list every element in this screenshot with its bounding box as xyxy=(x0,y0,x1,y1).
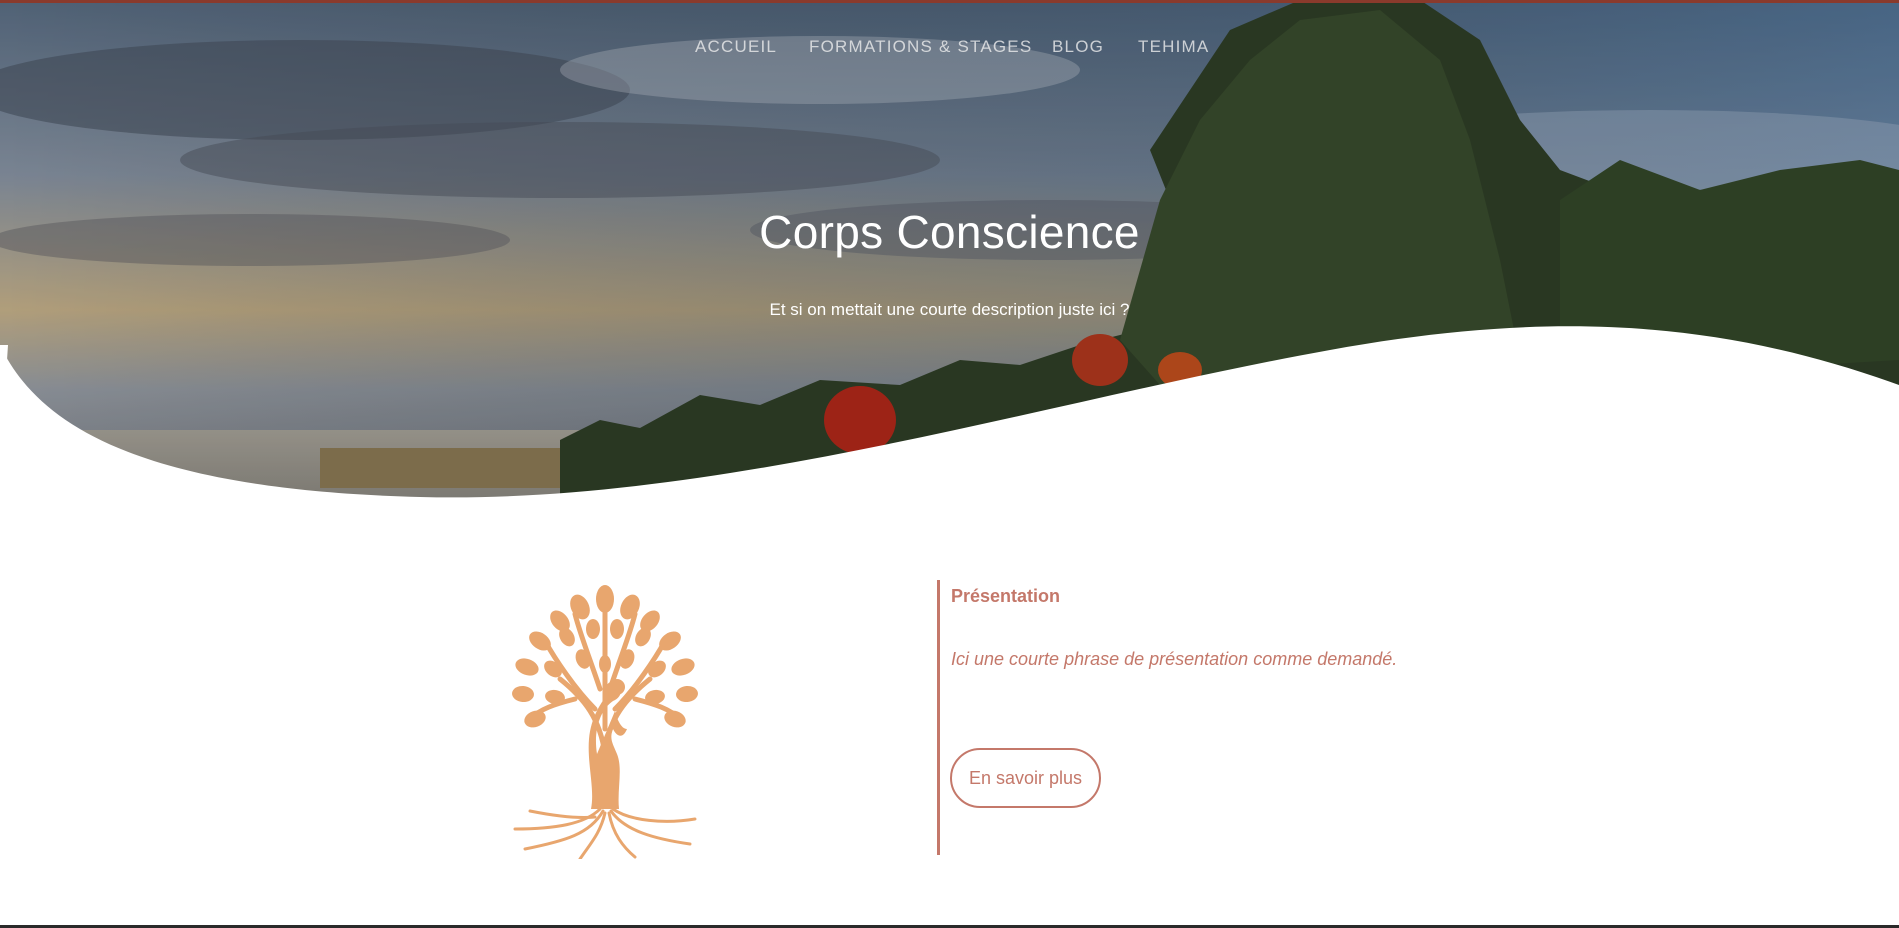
presentation-section: Présentation Ici une courte phrase de pr… xyxy=(0,560,1899,880)
presentation-text: Ici une courte phrase de présentation co… xyxy=(951,649,1398,669)
vertical-divider xyxy=(937,580,940,855)
top-accent-bar xyxy=(0,0,1899,3)
hero-title: Corps Conscience xyxy=(759,206,1140,258)
hero-section: ACCUEIL FORMATIONS & STAGES BLOG TEHIMA … xyxy=(0,0,1899,500)
tree-of-life-woman-icon xyxy=(512,585,698,859)
learn-more-button[interactable]: En savoir plus xyxy=(950,748,1101,808)
hero-subtitle: Et si on mettait une courte description … xyxy=(769,300,1130,319)
nav-item-blog[interactable]: BLOG xyxy=(1052,37,1104,57)
nav-item-tehima[interactable]: TEHIMA xyxy=(1138,37,1209,57)
presentation-heading: Présentation xyxy=(951,586,1061,606)
main-navigation: ACCUEIL FORMATIONS & STAGES BLOG TEHIMA xyxy=(0,37,1899,61)
page: ACCUEIL FORMATIONS & STAGES BLOG TEHIMA … xyxy=(0,0,1899,928)
nav-item-accueil[interactable]: ACCUEIL xyxy=(695,37,777,57)
nav-item-formations-stages[interactable]: FORMATIONS & STAGES xyxy=(809,37,1032,57)
